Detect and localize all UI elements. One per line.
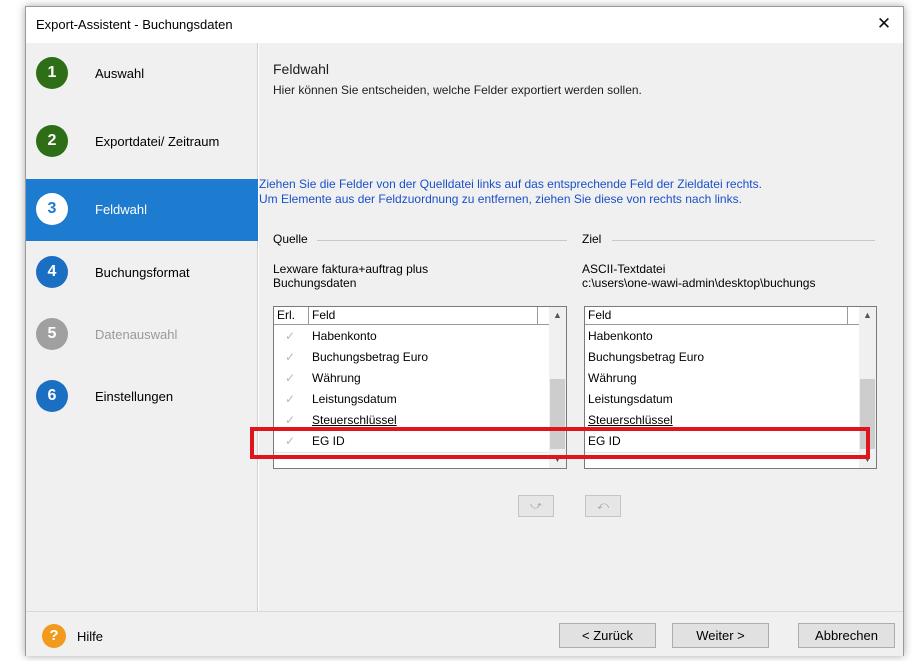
row-divider	[274, 452, 550, 453]
step-buchungsformat[interactable]: 4 Buchungsformat	[26, 242, 258, 304]
window-title: Export-Assistent - Buchungsdaten	[36, 17, 233, 32]
list-item[interactable]: ✓ Buchungsbetrag Euro	[274, 347, 550, 368]
source-field-list[interactable]: Erl. Feld ✓ Habenkonto ✓ Buchungsbetrag …	[273, 306, 567, 469]
check-icon: ✓	[285, 329, 296, 343]
help-icon[interactable]: ?	[42, 624, 66, 648]
list-item[interactable]: Habenkonto	[585, 326, 860, 347]
step-number-icon: 4	[36, 256, 68, 288]
footer-bar: ? Hilfe < Zurück Weiter > Abbrechen	[26, 611, 903, 656]
list-item[interactable]: Leistungsdatum	[585, 389, 860, 410]
source-group-label: Quelle	[273, 232, 308, 246]
list-item-label: Leistungsdatum	[312, 392, 397, 406]
list-item[interactable]: EG ID	[585, 431, 860, 452]
list-item[interactable]: ✓ Steuerschlüssel	[274, 410, 550, 431]
instruction-line: Um Elemente aus der Feldzuordnung zu ent…	[259, 192, 742, 206]
page-description: Hier können Sie entscheiden, welche Feld…	[273, 83, 642, 97]
target-field-list[interactable]: Feld Habenkonto Buchungsbetrag Euro Währ…	[584, 306, 877, 469]
source-list-header: Erl. Feld	[274, 307, 550, 325]
list-item-label: Habenkonto	[588, 329, 653, 343]
list-item-label: Habenkonto	[312, 329, 377, 343]
list-item-label: Steuerschlüssel	[588, 413, 673, 427]
title-bar: Export-Assistent - Buchungsdaten ✕	[26, 7, 903, 43]
step-label: Feldwahl	[95, 202, 148, 217]
target-path: c:\users\one-wawi-admin\desktop\buchungs	[582, 276, 816, 290]
instruction-line: Ziehen Sie die Felder von der Quelldatei…	[259, 177, 762, 191]
source-scrollbar[interactable]: ▲ ▼	[549, 307, 566, 468]
step-datenauswahl: 5 Datenauswahl	[26, 304, 258, 366]
scroll-thumb[interactable]	[860, 379, 875, 449]
list-item-label: Währung	[312, 371, 361, 385]
target-scrollbar[interactable]: ▲ ▼	[859, 307, 876, 468]
step-number-icon: 2	[36, 125, 68, 157]
check-icon: ✓	[285, 434, 296, 448]
list-item[interactable]: ✓ EG ID	[274, 431, 550, 452]
step-label: Auswahl	[95, 66, 145, 81]
scroll-down-icon[interactable]: ▼	[859, 451, 876, 468]
step-label: Buchungsformat	[95, 265, 190, 280]
check-icon: ✓	[285, 413, 296, 427]
next-button[interactable]: Weiter >	[672, 623, 769, 648]
list-item[interactable]: Buchungsbetrag Euro	[585, 347, 860, 368]
help-link[interactable]: Hilfe	[77, 629, 103, 644]
back-button[interactable]: < Zurück	[559, 623, 656, 648]
step-label: Datenauswahl	[95, 327, 178, 342]
check-icon: ✓	[285, 371, 296, 385]
target-name: ASCII-Textdatei	[582, 262, 666, 276]
target-list-header: Feld	[585, 307, 860, 325]
export-wizard-dialog: Export-Assistent - Buchungsdaten ✕ 1 Aus…	[25, 6, 904, 656]
step-number-icon: 5	[36, 318, 68, 350]
column-header-feld[interactable]: Feld	[309, 307, 538, 324]
check-icon: ✓	[285, 392, 296, 406]
source-name: Lexware faktura+auftrag plus	[273, 262, 429, 276]
source-subname: Buchungsdaten	[273, 276, 357, 290]
scroll-up-icon[interactable]: ▲	[549, 307, 566, 324]
scroll-up-icon[interactable]: ▲	[859, 307, 876, 324]
step-number-icon: 3	[36, 193, 68, 225]
list-item-label: Währung	[588, 371, 637, 385]
step-einstellungen[interactable]: 6 Einstellungen	[26, 366, 258, 428]
scroll-thumb[interactable]	[550, 379, 565, 449]
row-divider	[585, 452, 860, 453]
column-header-feld[interactable]: Feld	[585, 307, 848, 324]
list-item-label: Buchungsbetrag Euro	[588, 350, 705, 364]
step-exportdatei-zeitraum[interactable]: 2 Exportdatei/ Zeitraum	[26, 111, 258, 173]
list-item-label: Steuerschlüssel	[312, 413, 397, 427]
page-title: Feldwahl	[273, 61, 330, 77]
source-divider	[317, 240, 567, 241]
cancel-button[interactable]: Abbrechen	[798, 623, 895, 648]
step-label: Exportdatei/ Zeitraum	[95, 134, 220, 149]
list-item[interactable]: ✓ Habenkonto	[274, 326, 550, 347]
list-item-label: Leistungsdatum	[588, 392, 673, 406]
list-item-label: EG ID	[312, 434, 345, 448]
column-header-erl[interactable]: Erl.	[274, 307, 309, 324]
list-item[interactable]: Steuerschlüssel	[585, 410, 860, 431]
target-divider	[612, 240, 875, 241]
list-item-label: Buchungsbetrag Euro	[312, 350, 429, 364]
step-auswahl[interactable]: 1 Auswahl	[26, 43, 258, 105]
content-panel: Feldwahl Hier können Sie entscheiden, we…	[259, 43, 903, 611]
target-group-label: Ziel	[582, 232, 602, 246]
step-number-icon: 6	[36, 380, 68, 412]
check-icon: ✓	[285, 350, 296, 364]
list-item-label: EG ID	[588, 434, 621, 448]
assign-field-button[interactable]: ⤻	[518, 495, 554, 517]
instructions: Ziehen Sie die Felder von der Quelldatei…	[259, 177, 762, 207]
remove-field-button[interactable]: ⤺	[585, 495, 621, 517]
list-item[interactable]: Währung	[585, 368, 860, 389]
step-label: Einstellungen	[95, 389, 174, 404]
step-number-icon: 1	[36, 57, 68, 89]
step-feldwahl[interactable]: 3 Feldwahl	[26, 179, 258, 241]
list-item[interactable]: ✓ Währung	[274, 368, 550, 389]
scroll-down-icon[interactable]: ▼	[549, 451, 566, 468]
wizard-steps-sidebar: 1 Auswahl 2 Exportdatei/ Zeitraum 3 Feld…	[26, 43, 258, 611]
list-item[interactable]: ✓ Leistungsdatum	[274, 389, 550, 410]
close-icon[interactable]: ✕	[871, 11, 897, 37]
